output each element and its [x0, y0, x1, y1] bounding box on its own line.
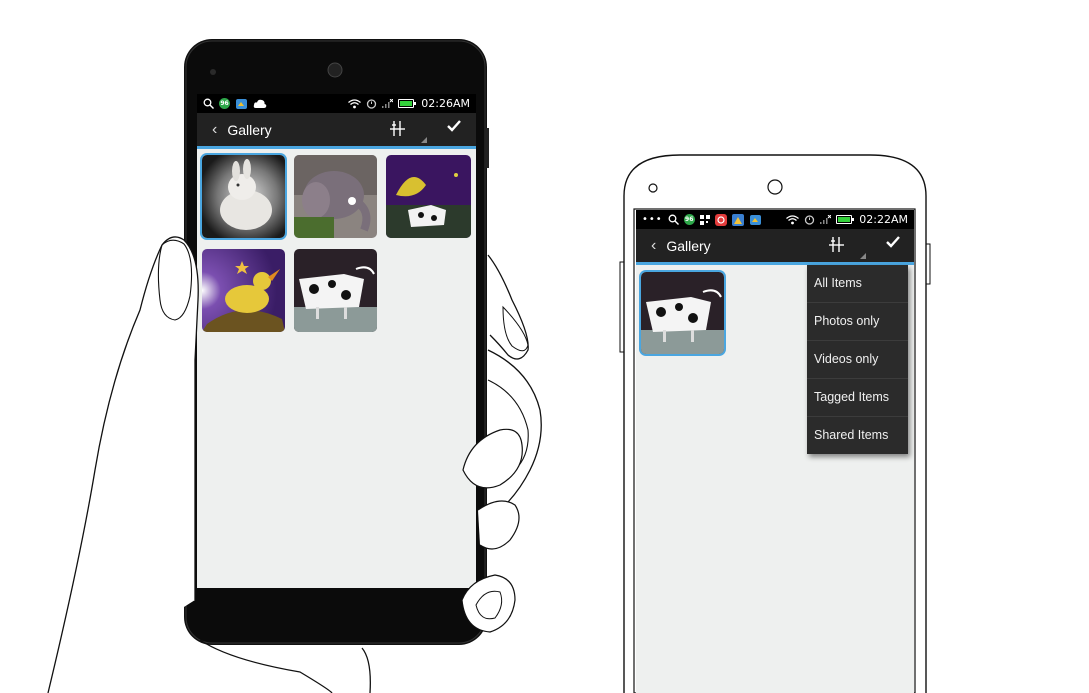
menu-item-videos-only[interactable]: Videos only: [807, 341, 908, 379]
left-phone-screen: 96 02:26AM ‹ Gallery: [197, 94, 476, 588]
app-red-icon: [714, 213, 727, 226]
wifi-icon: [348, 98, 362, 109]
action-bar: ‹ Gallery: [636, 229, 914, 265]
signal-icon: [382, 99, 394, 108]
back-chevron-icon[interactable]: ‹: [212, 121, 217, 139]
thumbnail-bird[interactable]: [202, 249, 285, 332]
alarm-icon: [804, 214, 815, 225]
status-bar: ••• 96 02:22AM: [636, 210, 914, 229]
notification-badge-icon: 96: [219, 98, 230, 109]
status-bar: 96 02:26AM: [197, 94, 476, 113]
battery-icon: [398, 99, 417, 108]
thumbnail-cow[interactable]: [641, 272, 724, 354]
front-camera: [327, 62, 343, 78]
qr-icon: [699, 214, 710, 225]
sensor: [210, 69, 216, 75]
illustration: [184, 39, 931, 693]
signal-icon: [820, 215, 832, 224]
wifi-icon: [786, 214, 800, 225]
menu-item-tagged-items[interactable]: Tagged Items: [807, 379, 908, 417]
check-icon: [886, 236, 900, 248]
action-bar: ‹ Gallery: [197, 113, 476, 149]
filter-button[interactable]: [828, 237, 845, 257]
search-icon: [203, 98, 214, 109]
search-icon: [668, 214, 679, 225]
filter-dropdown-menu: All Items Photos only Videos only Tagged…: [807, 265, 908, 454]
thumbnail-bunny[interactable]: [202, 155, 285, 238]
menu-item-photos-only[interactable]: Photos only: [807, 303, 908, 341]
cloud-icon: [253, 99, 267, 109]
status-time: 02:26AM: [421, 97, 470, 110]
more-notifications-icon: •••: [642, 214, 663, 225]
right-phone-screen: ••• 96 02:22AM ‹ Gallery All Items Photo…: [636, 210, 914, 693]
overflow-corner-indicator: [421, 137, 427, 143]
app-notification-icon: [749, 214, 762, 226]
filter-icon: [390, 121, 405, 136]
battery-icon: [836, 215, 855, 224]
alarm-icon: [366, 98, 377, 109]
thumbnail-bird-cow[interactable]: [386, 155, 471, 238]
status-time: 02:22AM: [859, 213, 908, 226]
filter-button[interactable]: [389, 121, 406, 141]
overflow-corner-indicator: [860, 253, 866, 259]
back-chevron-icon[interactable]: ‹: [651, 237, 656, 255]
notification-badge-icon: 96: [683, 214, 695, 225]
app-notification-icon: [235, 98, 248, 110]
app-yellow-icon: [731, 213, 744, 226]
menu-item-all-items[interactable]: All Items: [807, 265, 908, 303]
confirm-check-button[interactable]: [885, 234, 901, 255]
confirm-check-button[interactable]: [446, 118, 462, 139]
thumbnail-cow[interactable]: [294, 249, 377, 332]
gallery-title: Gallery: [227, 121, 272, 138]
filter-icon: [829, 237, 844, 252]
menu-item-shared-items[interactable]: Shared Items: [807, 417, 908, 454]
thumbnail-elephant[interactable]: [294, 155, 377, 238]
gallery-title: Gallery: [666, 237, 711, 254]
check-icon: [447, 120, 461, 132]
